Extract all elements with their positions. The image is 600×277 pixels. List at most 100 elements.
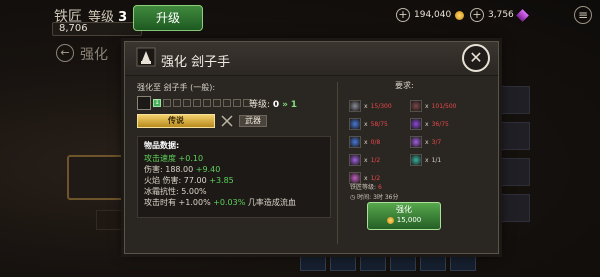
modal-header: 强化 刽子手 ✕ [125, 42, 498, 76]
requirement-need: /1 [435, 156, 442, 164]
stat-line: 冰霜抗性: 5.00% [144, 186, 324, 197]
level-current: 0 [272, 100, 280, 110]
forge-cost: 15,000 [368, 216, 440, 224]
requirement-need: /2 [374, 174, 381, 182]
add-gems-button[interactable]: + [470, 8, 484, 22]
requirement-multiplier: x [364, 102, 368, 110]
enhance-slot [233, 99, 241, 107]
forge-modal: 强化 刽子手 ✕ 强化至 刽子手 (一般): 1 等级: 0 » 1 传说 武器… [124, 41, 499, 254]
requirement-count: 1/1 [432, 157, 442, 164]
requirement-multiplier: x [364, 138, 368, 146]
stat-line: 攻击速度 +0.10 [144, 153, 324, 164]
stat-segment: 冰霜抗性: 5.00% [144, 187, 207, 196]
panel-divider [337, 82, 338, 244]
forge-button[interactable]: 强化 15,000 [367, 202, 441, 230]
shard-purple-icon [349, 154, 361, 166]
close-icon[interactable]: ✕ [462, 44, 490, 72]
stat-line: 伤害: 188.00 +9.40 [144, 164, 324, 175]
hammer-icon [136, 47, 156, 67]
enhance-slot [203, 99, 211, 107]
forge-cost-amount: 15,000 [396, 216, 422, 224]
gem-icon [515, 8, 529, 22]
gem-display: + 3,756 [470, 8, 529, 22]
stat-line: 火焰 伤害: 77.00 +3.85 [144, 175, 324, 186]
crystal-purple-icon [410, 118, 422, 130]
menu-icon[interactable]: ≡ [574, 6, 592, 24]
stat-line: 攻击时有 +1.00% +0.03% 几率造成流血 [144, 197, 324, 208]
requirement-multiplier: x [364, 156, 368, 164]
requirement-count: 36/75 [432, 121, 449, 128]
requirement-item: x 0/8 [349, 136, 380, 148]
category-badge: 武器 [239, 115, 267, 127]
back-arrow-icon[interactable]: ← [56, 44, 74, 62]
requirement-multiplier: x [425, 120, 429, 128]
level-text: 等级: [249, 100, 271, 110]
requirement-item: x 1/2 [349, 154, 380, 166]
item-stats: 物品数据: 攻击速度 +0.10 伤害: 188.00 +9.40 火焰 伤害:… [137, 136, 331, 218]
time-value: 3时 36分 [373, 194, 399, 201]
requirement-need: /500 [443, 102, 457, 110]
modal-title: 强化 刽子手 [161, 55, 231, 70]
enhance-slot: 1 [153, 99, 161, 107]
stat-segment: 火焰 伤害: 77.00 [144, 176, 210, 185]
requirement-item: x 58/75 [349, 118, 388, 130]
smith-level-requirement: 铁匠等级: 6 [350, 182, 382, 191]
requirement-count: 0/8 [371, 139, 381, 146]
add-gold-button[interactable]: + [396, 8, 410, 22]
requirement-multiplier: x [425, 138, 429, 146]
shard-purple-icon [410, 136, 422, 148]
time-requirement: ◷ 时间: 3时 36分 [350, 192, 399, 201]
upgrade-button[interactable]: 升级 [133, 5, 203, 31]
requirement-count: 1/2 [371, 157, 381, 164]
requirement-need: /75 [378, 120, 388, 128]
stat-segment: +0.03% [210, 198, 246, 207]
requirement-count: 3/7 [432, 139, 442, 146]
clock-icon: ◷ [350, 194, 356, 201]
requirement-item: x 15/300 [349, 100, 392, 112]
requirement-have: 101 [431, 102, 444, 110]
stat-segment: +9.40 [195, 165, 221, 174]
level-change: 等级: 0 » 1 [249, 97, 297, 110]
coin-icon [386, 216, 394, 224]
stat-segment: 攻击速度 +0.10 [144, 154, 204, 163]
enhancement-slots: 1 [137, 96, 251, 110]
gold-amount: 194,040 [414, 10, 452, 20]
smith-level-label: 铁匠等级: [350, 184, 377, 191]
crystal-blue-icon [349, 118, 361, 130]
gem-amount: 3,756 [488, 10, 514, 20]
enhance-slot [173, 99, 181, 107]
requirement-count: 1/2 [371, 175, 381, 182]
crystal-blue-icon [349, 136, 361, 148]
ore-dark-icon [410, 100, 422, 112]
stat-segment: +1.00% [178, 198, 211, 207]
requirement-count: 101/500 [432, 103, 457, 110]
requirement-need: /7 [435, 138, 442, 146]
crossed-swords-icon [221, 115, 233, 127]
requirement-multiplier: x [364, 174, 368, 182]
requirement-item: x 3/7 [410, 136, 441, 148]
requirement-need: /300 [378, 102, 392, 110]
enhance-slot [163, 99, 171, 107]
level-next: 1 [290, 100, 298, 110]
requirement-multiplier: x [425, 156, 429, 164]
rarity-badge: 传说 [137, 114, 215, 128]
requirement-need: /2 [374, 156, 381, 164]
stat-segment: +3.85 [209, 176, 234, 185]
ore-icon [349, 100, 361, 112]
requirement-item: x 101/500 [410, 100, 457, 112]
requirement-count: 58/75 [371, 121, 388, 128]
requirement-multiplier: x [425, 102, 429, 110]
stat-segment: 伤害: 188.00 [144, 165, 196, 174]
bg-screen-title: 强化 [80, 47, 108, 63]
requirement-need: /8 [374, 138, 381, 146]
stat-segment: 攻击时有 [144, 198, 179, 207]
requirement-item: x 1/1 [410, 154, 441, 166]
gem-green-icon [410, 154, 422, 166]
requirement-item: x 36/75 [410, 118, 449, 130]
stats-title: 物品数据: [144, 141, 180, 150]
requirement-multiplier: x [364, 120, 368, 128]
xp-bar: 8,706 [52, 22, 142, 36]
requirements-title: 要求: [395, 81, 414, 90]
requirement-need: /75 [439, 120, 449, 128]
time-label: 时间: [357, 194, 372, 201]
